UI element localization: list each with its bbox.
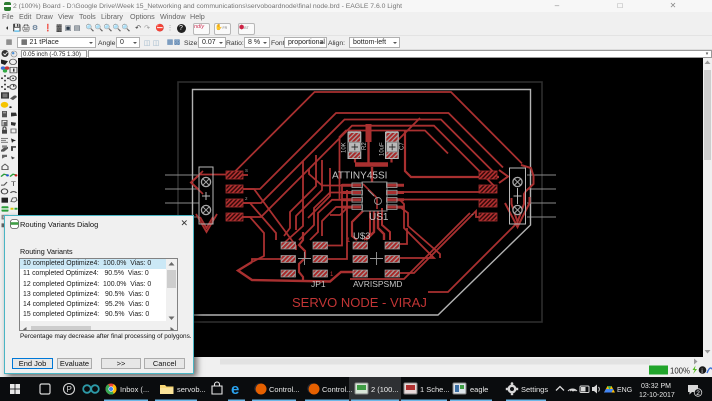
svg-text:i: i (701, 368, 702, 375)
svg-text:Control...: Control... (322, 385, 352, 394)
svg-text:Settings: Settings (521, 385, 548, 394)
svg-text:eagle: eagle (470, 385, 488, 394)
svg-text:2: 2 (696, 390, 700, 397)
svg-text:03:32 PM: 03:32 PM (641, 383, 671, 390)
svg-text:12-10-2017: 12-10-2017 (639, 392, 675, 399)
svg-text:P: P (67, 385, 72, 394)
svg-text:e: e (231, 381, 239, 398)
svg-text:ENG: ENG (617, 387, 632, 394)
svg-text:2 (100...: 2 (100... (371, 385, 399, 394)
svg-text:1 Sche...: 1 Sche... (420, 385, 450, 394)
svg-text:servob...: servob... (177, 385, 206, 394)
svg-text:Inbox (...: Inbox (... (120, 385, 149, 394)
svg-text:Control...: Control... (269, 385, 299, 394)
svg-text:100%: 100% (670, 367, 690, 376)
